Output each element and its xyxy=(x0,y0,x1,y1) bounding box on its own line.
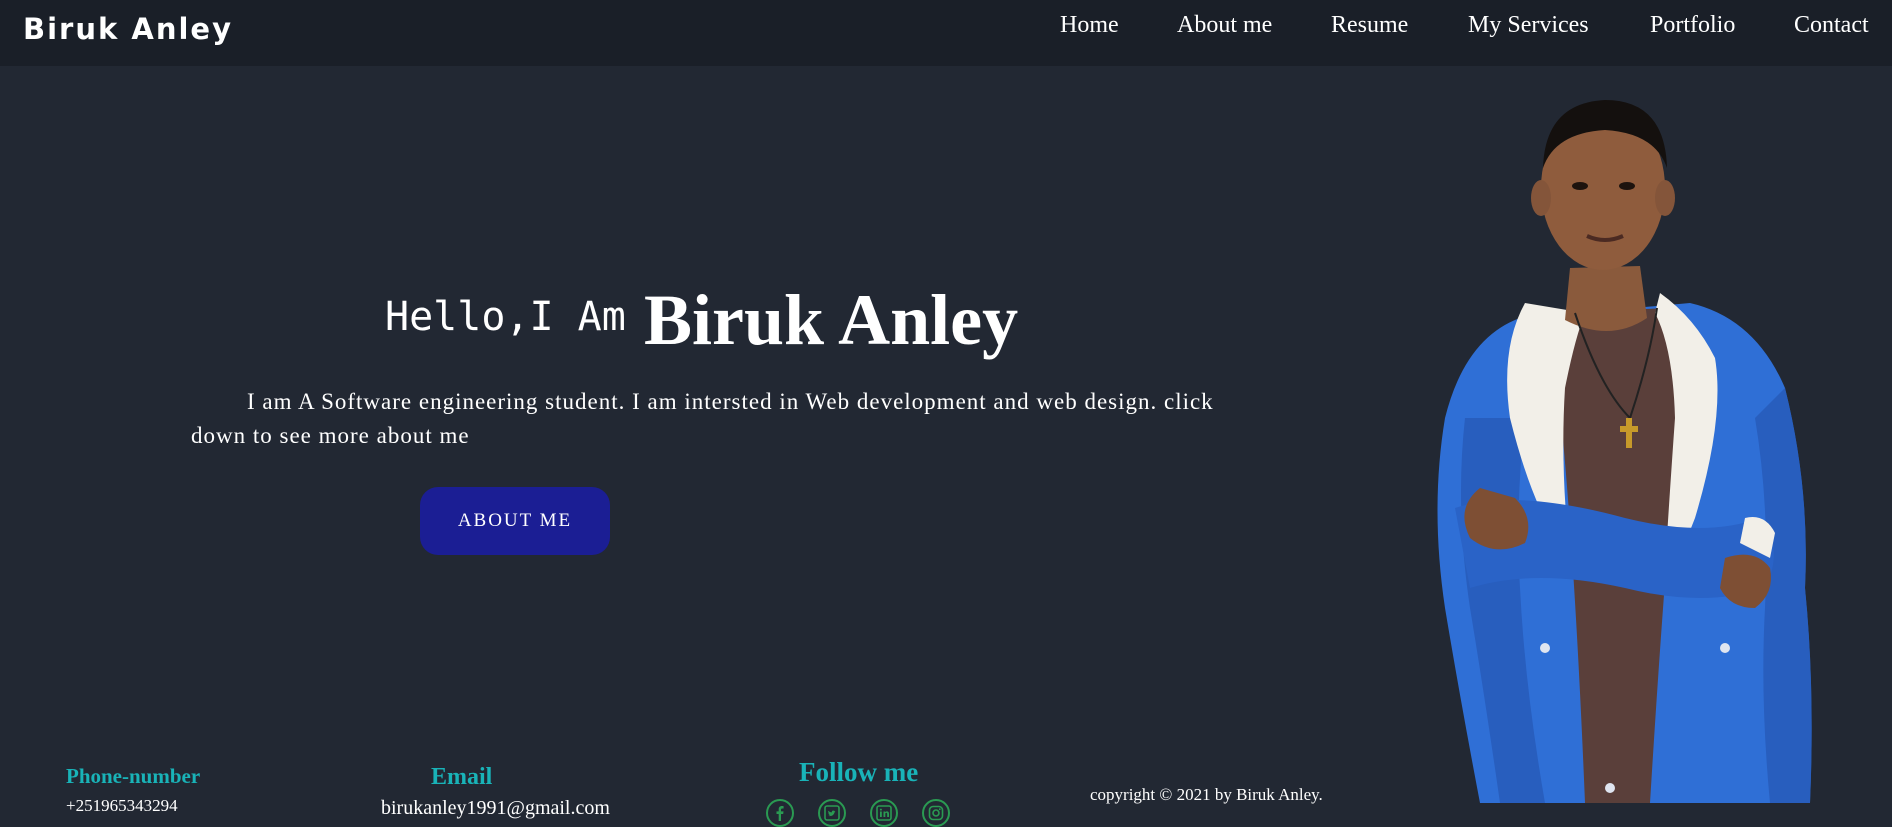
about-me-button[interactable]: ABOUT ME xyxy=(420,487,610,555)
hero-greeting: Hello,I Am xyxy=(385,294,626,340)
brand-logo[interactable]: Biruk Anley xyxy=(23,12,233,46)
profile-photo xyxy=(1437,100,1812,803)
nav-item-my-services[interactable]: My Services xyxy=(1468,12,1589,39)
email-value[interactable]: birukanley1991@gmail.com xyxy=(381,797,610,820)
nav-item-home[interactable]: Home xyxy=(1060,12,1119,39)
nav-item-resume[interactable]: Resume xyxy=(1331,12,1408,39)
phone-value: +251965343294 xyxy=(66,796,178,815)
nav-item-contact[interactable]: Contact xyxy=(1794,12,1869,39)
nav-item-about-me[interactable]: About me xyxy=(1177,12,1272,39)
phone-heading: Phone-number xyxy=(66,764,201,788)
hero-name: Biruk Anley xyxy=(644,280,1019,360)
copyright: copyright © 2021 by Biruk Anley. xyxy=(1090,785,1323,804)
email-heading: Email xyxy=(431,764,493,790)
navbar: Biruk Anley Home About me Resume My Serv… xyxy=(0,0,1892,66)
nav-item-portfolio[interactable]: Portfolio xyxy=(1650,12,1735,39)
follow-heading: Follow me xyxy=(799,757,919,787)
hero-description: I am A Software engineering student. I a… xyxy=(191,389,1214,448)
